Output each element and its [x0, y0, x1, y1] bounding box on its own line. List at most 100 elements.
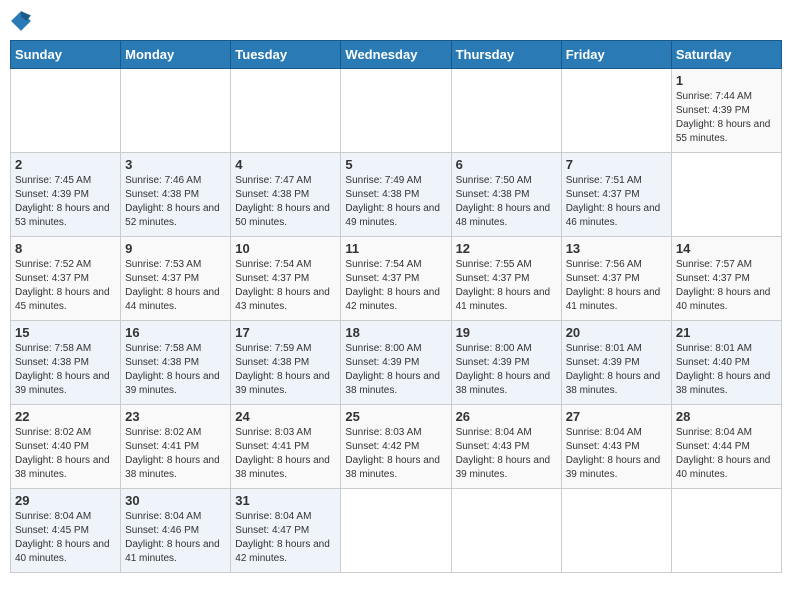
- sunset: Sunset: 4:37 PM: [235, 273, 309, 284]
- cell-week2-day1: 2 Sunrise: 7:45 AM Sunset: 4:39 PM Dayli…: [11, 153, 121, 237]
- day-number: 30: [125, 493, 226, 508]
- daylight: Daylight: 8 hours and 44 minutes.: [125, 287, 220, 312]
- cell-week5-day3: 24 Sunrise: 8:03 AM Sunset: 4:41 PM Dayl…: [231, 405, 341, 489]
- day-number: 14: [676, 241, 777, 256]
- cell-week4-day1: 15 Sunrise: 7:58 AM Sunset: 4:38 PM Dayl…: [11, 321, 121, 405]
- header-monday: Monday: [121, 41, 231, 69]
- day-number: 31: [235, 493, 336, 508]
- daylight: Daylight: 8 hours and 40 minutes.: [676, 455, 771, 480]
- day-number: 28: [676, 409, 777, 424]
- sunrise: Sunrise: 7:45 AM: [15, 175, 91, 186]
- daylight: Daylight: 8 hours and 38 minutes.: [345, 371, 440, 396]
- daylight: Daylight: 8 hours and 41 minutes.: [566, 287, 661, 312]
- calendar-table: SundayMondayTuesdayWednesdayThursdayFrid…: [10, 40, 782, 573]
- cell-week1-day4: [341, 69, 451, 153]
- sunrise: Sunrise: 7:56 AM: [566, 259, 642, 270]
- day-number: 22: [15, 409, 116, 424]
- cell-week3-day1: 8 Sunrise: 7:52 AM Sunset: 4:37 PM Dayli…: [11, 237, 121, 321]
- cell-week5-day6: 27 Sunrise: 8:04 AM Sunset: 4:43 PM Dayl…: [561, 405, 671, 489]
- header: [10, 10, 782, 32]
- sunset: Sunset: 4:37 PM: [125, 273, 199, 284]
- week-row-1: 1 Sunrise: 7:44 AM Sunset: 4:39 PM Dayli…: [11, 69, 782, 153]
- daylight: Daylight: 8 hours and 46 minutes.: [566, 203, 661, 228]
- sunset: Sunset: 4:45 PM: [15, 525, 89, 536]
- daylight: Daylight: 8 hours and 50 minutes.: [235, 203, 330, 228]
- sunrise: Sunrise: 8:03 AM: [235, 427, 311, 438]
- header-thursday: Thursday: [451, 41, 561, 69]
- sunrise: Sunrise: 8:02 AM: [15, 427, 91, 438]
- sunset: Sunset: 4:41 PM: [125, 441, 199, 452]
- header-saturday: Saturday: [671, 41, 781, 69]
- day-number: 17: [235, 325, 336, 340]
- sunrise: Sunrise: 8:04 AM: [676, 427, 752, 438]
- daylight: Daylight: 8 hours and 49 minutes.: [345, 203, 440, 228]
- cell-week4-day3: 17 Sunrise: 7:59 AM Sunset: 4:38 PM Dayl…: [231, 321, 341, 405]
- sunrise: Sunrise: 7:58 AM: [125, 343, 201, 354]
- day-number: 10: [235, 241, 336, 256]
- sunrise: Sunrise: 8:04 AM: [15, 511, 91, 522]
- daylight: Daylight: 8 hours and 55 minutes.: [676, 119, 771, 144]
- cell-week5-day2: 23 Sunrise: 8:02 AM Sunset: 4:41 PM Dayl…: [121, 405, 231, 489]
- daylight: Daylight: 8 hours and 38 minutes.: [676, 371, 771, 396]
- sunrise: Sunrise: 7:53 AM: [125, 259, 201, 270]
- sunrise: Sunrise: 7:44 AM: [676, 91, 752, 102]
- day-number: 11: [345, 241, 446, 256]
- sunset: Sunset: 4:39 PM: [15, 189, 89, 200]
- day-number: 9: [125, 241, 226, 256]
- daylight: Daylight: 8 hours and 52 minutes.: [125, 203, 220, 228]
- day-number: 13: [566, 241, 667, 256]
- sunrise: Sunrise: 7:52 AM: [15, 259, 91, 270]
- cell-week2-day2: 3 Sunrise: 7:46 AM Sunset: 4:38 PM Dayli…: [121, 153, 231, 237]
- daylight: Daylight: 8 hours and 38 minutes.: [15, 455, 110, 480]
- sunrise: Sunrise: 7:54 AM: [345, 259, 421, 270]
- cell-week3-day6: 13 Sunrise: 7:56 AM Sunset: 4:37 PM Dayl…: [561, 237, 671, 321]
- sunset: Sunset: 4:39 PM: [676, 105, 750, 116]
- day-number: 2: [15, 157, 116, 172]
- sunset: Sunset: 4:37 PM: [345, 273, 419, 284]
- sunset: Sunset: 4:38 PM: [125, 357, 199, 368]
- header-sunday: Sunday: [11, 41, 121, 69]
- cell-week4-day2: 16 Sunrise: 7:58 AM Sunset: 4:38 PM Dayl…: [121, 321, 231, 405]
- sunset: Sunset: 4:38 PM: [456, 189, 530, 200]
- sunrise: Sunrise: 7:47 AM: [235, 175, 311, 186]
- sunset: Sunset: 4:37 PM: [566, 273, 640, 284]
- day-number: 16: [125, 325, 226, 340]
- day-number: 23: [125, 409, 226, 424]
- daylight: Daylight: 8 hours and 39 minutes.: [566, 455, 661, 480]
- cell-week4-day7: 21 Sunrise: 8:01 AM Sunset: 4:40 PM Dayl…: [671, 321, 781, 405]
- sunrise: Sunrise: 8:04 AM: [456, 427, 532, 438]
- daylight: Daylight: 8 hours and 42 minutes.: [235, 539, 330, 564]
- cell-week3-day7: 14 Sunrise: 7:57 AM Sunset: 4:37 PM Dayl…: [671, 237, 781, 321]
- day-number: 15: [15, 325, 116, 340]
- week-row-3: 8 Sunrise: 7:52 AM Sunset: 4:37 PM Dayli…: [11, 237, 782, 321]
- daylight: Daylight: 8 hours and 39 minutes.: [125, 371, 220, 396]
- day-number: 26: [456, 409, 557, 424]
- sunset: Sunset: 4:47 PM: [235, 525, 309, 536]
- day-number: 5: [345, 157, 446, 172]
- day-number: 20: [566, 325, 667, 340]
- sunset: Sunset: 4:37 PM: [456, 273, 530, 284]
- day-number: 19: [456, 325, 557, 340]
- week-row-6: 29 Sunrise: 8:04 AM Sunset: 4:45 PM Dayl…: [11, 489, 782, 573]
- daylight: Daylight: 8 hours and 38 minutes.: [235, 455, 330, 480]
- week-row-5: 22 Sunrise: 8:02 AM Sunset: 4:40 PM Dayl…: [11, 405, 782, 489]
- day-number: 12: [456, 241, 557, 256]
- cell-week5-day1: 22 Sunrise: 8:02 AM Sunset: 4:40 PM Dayl…: [11, 405, 121, 489]
- sunrise: Sunrise: 8:00 AM: [345, 343, 421, 354]
- header-tuesday: Tuesday: [231, 41, 341, 69]
- day-number: 6: [456, 157, 557, 172]
- cell-week6-day4: [341, 489, 451, 573]
- sunrise: Sunrise: 7:55 AM: [456, 259, 532, 270]
- sunrise: Sunrise: 7:50 AM: [456, 175, 532, 186]
- cell-week3-day2: 9 Sunrise: 7:53 AM Sunset: 4:37 PM Dayli…: [121, 237, 231, 321]
- cell-week6-day3: 31 Sunrise: 8:04 AM Sunset: 4:47 PM Dayl…: [231, 489, 341, 573]
- sunrise: Sunrise: 7:46 AM: [125, 175, 201, 186]
- day-number: 4: [235, 157, 336, 172]
- sunset: Sunset: 4:43 PM: [456, 441, 530, 452]
- sunrise: Sunrise: 8:02 AM: [125, 427, 201, 438]
- daylight: Daylight: 8 hours and 45 minutes.: [15, 287, 110, 312]
- sunset: Sunset: 4:37 PM: [676, 273, 750, 284]
- day-number: 1: [676, 73, 777, 88]
- daylight: Daylight: 8 hours and 43 minutes.: [235, 287, 330, 312]
- sunset: Sunset: 4:39 PM: [345, 357, 419, 368]
